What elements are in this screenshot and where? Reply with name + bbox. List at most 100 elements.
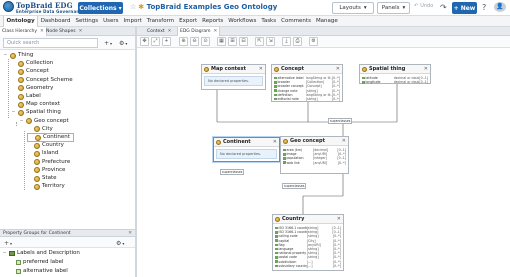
tab-class-hierarchy[interactable]: Class Hierarchy ✕ — [0, 27, 47, 36]
property-icon — [275, 256, 278, 259]
expand-icon[interactable]: ⇱ — [255, 37, 264, 46]
user-avatar-icon[interactable]: 👤 — [494, 2, 506, 12]
property-cardinality: [0..1] — [419, 80, 428, 85]
layout-icon[interactable]: ▦ — [217, 37, 226, 46]
new-button[interactable]: + New — [452, 2, 477, 14]
close-icon[interactable]: ✕ — [79, 27, 83, 36]
node-spatial-thing[interactable]: Spatial thing ✕ latitudedecimal or doubl… — [359, 64, 431, 84]
tree-node[interactable]: Territory — [27, 182, 65, 191]
class-icon — [18, 77, 24, 84]
add-button[interactable]: + ▾ — [104, 38, 112, 48]
close-icon[interactable]: ✕ — [336, 66, 340, 72]
hierarchy-icon[interactable]: ⊞ — [228, 37, 237, 46]
nav-comments[interactable]: Comments — [279, 16, 314, 27]
property-name-text: longitude — [365, 80, 381, 85]
node-map-context[interactable]: Map context ✕ No declared properties. — [201, 64, 266, 90]
collapse-toggle[interactable]: − — [3, 51, 8, 60]
tab-node-shapes[interactable]: Node Shapes ✕ — [44, 27, 84, 36]
close-icon[interactable]: ✕ — [424, 66, 428, 72]
node-concept[interactable]: Concept ✕ alternative label langString or… — [271, 64, 343, 102]
property-name: web link — [283, 161, 313, 165]
property-group-node[interactable]: − Labels and Description — [2, 249, 80, 258]
zoom-in-icon[interactable]: ⊕ — [179, 37, 188, 46]
tab-context[interactable]: Context ✕ — [145, 27, 173, 36]
diagram-canvas[interactable]: superclasses superclasses superclasses s… — [137, 48, 510, 277]
pan-icon[interactable]: ✥ — [140, 37, 149, 46]
nav-import[interactable]: Import — [121, 16, 144, 27]
collapse-toggle[interactable]: − — [19, 117, 24, 126]
reset-zoom-icon[interactable]: ⊙ — [201, 37, 210, 46]
node-geo-concept[interactable]: Geo concept ✕ area (km) [decimal] [0..1] im… — [280, 136, 349, 174]
close-icon[interactable]: ✕ — [273, 139, 277, 145]
settings-button[interactable]: ⚙ ▾ — [116, 238, 124, 248]
download-icon[interactable]: ⤓ — [282, 37, 291, 46]
grid-icon[interactable]: ⊟ — [239, 37, 248, 46]
edge-label: superclasses — [328, 118, 353, 124]
class-icon — [34, 175, 40, 182]
top-header: TopBraid EDG Enterprise Data Governance … — [0, 0, 510, 16]
node-title: Continent — [223, 139, 251, 145]
class-icon — [34, 142, 40, 149]
help-icon[interactable]: ? — [482, 3, 486, 12]
property-row[interactable]: longitude decimal or double[0..1] — [362, 80, 428, 84]
close-icon[interactable]: ✕ — [128, 230, 132, 237]
editor-tabs: Context ✕ EDG Diagram ✕ — [137, 27, 510, 36]
zoom-out-icon[interactable]: ⊖ — [190, 37, 199, 46]
settings-icon[interactable]: ⚙ — [309, 37, 318, 46]
nav-transform[interactable]: Transform — [144, 16, 176, 27]
close-icon[interactable]: ✕ — [214, 27, 218, 36]
redo-icon[interactable]: ↷ — [440, 3, 447, 12]
nav-ontology[interactable]: Ontology — [3, 15, 39, 27]
property-item[interactable]: preferred label — [16, 258, 64, 267]
node-country[interactable]: Country ✕ ISO 3166-1 country co...[strin… — [272, 214, 344, 271]
nav-manage[interactable]: Manage — [313, 16, 340, 27]
asset-title: ☆ ✱ TopBraid Examples Geo Ontology — [130, 3, 277, 11]
class-icon — [18, 60, 24, 67]
add-node-icon[interactable]: + — [162, 37, 171, 46]
star-icon[interactable]: ☆ — [130, 3, 136, 11]
edge-label: superclasses — [282, 183, 307, 189]
close-icon[interactable]: ✕ — [259, 66, 263, 72]
property-item[interactable]: alternative label — [16, 267, 68, 276]
property-icon — [16, 260, 21, 265]
close-icon[interactable]: ✕ — [337, 216, 341, 222]
property-label: alternative label — [23, 268, 68, 274]
fit-icon[interactable]: ⤢ — [151, 37, 160, 46]
add-button[interactable]: + ▾ — [4, 238, 12, 248]
nav-workflows[interactable]: Workflows — [226, 16, 259, 27]
nav-dashboard[interactable]: Dashboard — [38, 16, 73, 27]
collapse-toggle[interactable]: − — [11, 108, 16, 117]
nav-settings[interactable]: Settings — [73, 16, 101, 27]
class-icon — [216, 139, 221, 145]
quick-search-input[interactable]: Quick search — [3, 38, 98, 48]
new-label: New — [460, 4, 476, 12]
property-row[interactable]: web link [anyURI] [0..*] — [283, 161, 346, 165]
property-icon — [283, 148, 286, 152]
undo-label: Undo — [420, 3, 434, 9]
collapse-icon[interactable]: ⇲ — [266, 37, 275, 46]
nav-export[interactable]: Export — [177, 16, 200, 27]
plus-icon: + — [4, 239, 10, 247]
property-icon — [275, 247, 278, 251]
nav-reports[interactable]: Reports — [200, 16, 226, 27]
property-type: [anyURI] — [313, 160, 328, 165]
print-icon[interactable]: ⎙ — [293, 37, 302, 46]
property-row[interactable]: editorial note [string] [0..*] — [274, 97, 340, 101]
close-icon[interactable]: ✕ — [342, 138, 346, 144]
nav-tasks[interactable]: Tasks — [259, 16, 279, 27]
collapse-toggle[interactable]: − — [2, 249, 7, 258]
settings-button[interactable]: ⚙ ▾ — [119, 38, 127, 48]
tab-edg-diagram[interactable]: EDG Diagram ✕ — [177, 27, 221, 36]
nav-users[interactable]: Users — [101, 16, 121, 27]
close-icon[interactable]: ✕ — [168, 27, 172, 36]
collections-button[interactable]: Collections ▾ — [78, 2, 123, 14]
property-row[interactable]: subsidiary country [...] [0..*] — [275, 264, 341, 268]
layouts-button[interactable]: Layouts ▾ — [332, 2, 374, 14]
undo-button[interactable]: ↶ Undo — [414, 3, 433, 9]
class-icon — [35, 134, 41, 141]
ontology-icon: ✱ — [138, 3, 145, 11]
property-icon — [275, 231, 278, 234]
layouts-label: Layouts — [339, 5, 361, 11]
node-continent[interactable]: Continent ✕ No declared properties. — [213, 137, 280, 162]
panels-button[interactable]: Panels ▾ — [377, 2, 410, 14]
